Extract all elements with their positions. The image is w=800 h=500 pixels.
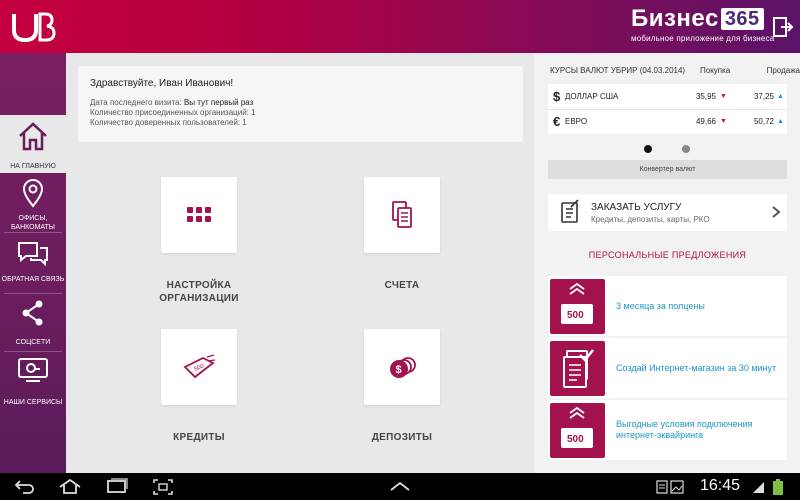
services-icon [18, 358, 48, 382]
recent-apps-icon[interactable] [106, 478, 128, 494]
sell-value: 37,25 [753, 92, 774, 101]
chat-bubbles-icon [18, 242, 48, 267]
sidebar-item-home[interactable]: НА ГЛАВНУЮ [0, 115, 66, 173]
last-visit-label: Дата последнего визита: [90, 98, 182, 107]
personal-offers-title: ПЕРСОНАЛЬНЫЕ ПРЕДЛОЖЕНИЯ [588, 250, 747, 260]
offer-badge: 500 [550, 279, 605, 334]
system-navigation-bar: 16:45 [0, 473, 800, 500]
trusted-count: Количество доверенных пользователей: 1 [90, 118, 247, 127]
sidebar-item-feedback[interactable]: ОБРАТНАЯ СВЯЗЬ [0, 239, 66, 293]
sell-value: 50,72 [753, 117, 774, 126]
logout-icon[interactable] [772, 16, 794, 38]
offer-badge: 500 [550, 403, 605, 458]
down-arrow-icon: ▼ [720, 118, 727, 125]
sidebar-item-label: НА ГЛАВНУЮ [10, 163, 56, 170]
brand-subtitle: мобильное приложение для бизнеса [631, 34, 775, 43]
order-subtitle: Кредиты, депозиты, карты, РКО [591, 215, 710, 224]
money-stack-icon: 500 [561, 282, 593, 324]
rates-title: КУРСЫ ВАЛЮТ УБРИР (04.03.2014) [550, 66, 686, 75]
svg-text:$: $ [396, 364, 402, 376]
sidebar-item-social[interactable]: СОЦСЕТИ [0, 299, 66, 351]
offer-text: 3 месяца за полцены [616, 300, 705, 311]
tile-org-settings-label: НАСТРОЙКА ОРГАНИЗАЦИИ [159, 280, 239, 304]
offer-text: Создай Интернет-магазин за 30 минут [616, 362, 777, 373]
buy-value: 49,66 [695, 117, 716, 126]
offer-badge [550, 341, 605, 396]
sidebar-item-services[interactable]: НАШИ СЕРВИСЫ [0, 356, 66, 412]
rate-row-usd: $ ДОЛЛАР США 35,95 ▼ 37,25 ▲ [548, 84, 787, 109]
sidebar-item-offices[interactable]: ОФИСЫ, БАНКОМАТЫ [0, 178, 66, 233]
rates-header: КУРСЫ ВАЛЮТ УБРИР (04.03.2014) Покупка П… [550, 66, 800, 75]
share-icon [22, 300, 43, 326]
greeting-text: Здравствуйте, Иван Иванович! [90, 78, 234, 89]
right-panel: КУРСЫ ВАЛЮТ УБРИР (04.03.2014) Покупка П… [534, 53, 800, 473]
currency-converter-button[interactable]: Конвертер валют [548, 160, 787, 179]
welcome-card: Здравствуйте, Иван Иванович! Дата послед… [78, 66, 523, 142]
clock: 16:45 [700, 477, 741, 494]
clipboard-icon [561, 199, 579, 223]
buy-value: 35,95 [695, 92, 716, 101]
screenshot-icon[interactable] [152, 478, 174, 496]
main-content: Здравствуйте, Иван Иванович! Дата послед… [66, 53, 534, 473]
sidebar-item-label: НАШИ СЕРВИСЫ [3, 399, 63, 406]
brand-number: 365 [720, 8, 764, 30]
tile-credits[interactable]: 500 [161, 329, 237, 405]
tile-org-settings[interactable] [161, 177, 237, 253]
currency-symbol: € [553, 114, 561, 129]
money-stack-icon: 500 [561, 406, 593, 448]
documents-icon [392, 201, 412, 228]
tile-deposits[interactable]: $ [364, 329, 440, 405]
notification-icons [656, 480, 684, 494]
tile-deposits-label: ДЕПОЗИТЫ [371, 432, 433, 443]
offer-text: Выгодные условия подключения интернет-эк… [616, 419, 753, 440]
rates-table: $ ДОЛЛАР США 35,95 ▼ 37,25 ▲ € ЕВРО 49,6… [548, 84, 787, 134]
coins-icon: $ [390, 357, 416, 378]
orgs-count: Количество присоединенных организаций: 1 [90, 108, 256, 117]
location-pin-icon [22, 179, 44, 208]
currency-name: ДОЛЛАР США [565, 92, 619, 101]
sidebar: НА ГЛАВНУЮ ОФИСЫ, БАНКОМАТЫ ОБРАТНАЯ СВЯ… [0, 53, 66, 473]
order-title: ЗАКАЗАТЬ УСЛУГУ [591, 202, 682, 213]
svg-text:500: 500 [193, 363, 205, 373]
sidebar-item-label: ОБРАТНАЯ СВЯЗЬ [1, 276, 65, 283]
rates-buy-header: Покупка [700, 66, 731, 75]
ubrir-logo[interactable] [10, 10, 56, 44]
page-dot[interactable] [682, 145, 690, 153]
up-arrow-icon: ▲ [777, 93, 784, 100]
sidebar-item-label: СОЦСЕТИ [15, 339, 51, 346]
home-icon [19, 122, 47, 151]
signal-icon [753, 482, 764, 493]
offer-item-1[interactable]: 500 3 месяца за полцены [548, 276, 787, 336]
back-icon[interactable] [14, 478, 36, 494]
offer-item-3[interactable]: 500 Выгодные условия подключения интерне… [548, 400, 787, 460]
offer-badge-value: 500 [567, 434, 584, 445]
order-service-button[interactable]: ЗАКАЗАТЬ УСЛУГУ Кредиты, депозиты, карты… [548, 194, 787, 231]
checklist-icon [563, 349, 594, 388]
currency-symbol: $ [553, 89, 561, 104]
home-nav-icon[interactable] [58, 478, 82, 494]
tile-accounts[interactable] [364, 177, 440, 253]
rates-sell-header: Продажа [766, 66, 800, 75]
up-arrow-icon: ▲ [777, 118, 784, 125]
grid-icon [187, 207, 211, 222]
app-header: Бизнес 365 мобильное приложение для бизн… [0, 0, 800, 53]
chevron-up-icon[interactable] [389, 480, 411, 492]
last-visit-line: Дата последнего визита: Вы тут первый ра… [90, 98, 511, 108]
brand-title: Бизнес [631, 5, 719, 32]
brand-block: Бизнес 365 мобильное приложение для бизн… [631, 6, 774, 44]
down-arrow-icon: ▼ [720, 93, 727, 100]
chevron-right-icon [772, 206, 781, 218]
sidebar-item-label: ОФИСЫ, БАНКОМАТЫ [10, 215, 56, 231]
offer-badge-value: 500 [567, 310, 584, 321]
last-visit-value: Вы тут первый раз [183, 98, 254, 107]
tile-credits-label: КРЕДИТЫ [173, 432, 225, 443]
page-dot-active[interactable] [644, 145, 652, 153]
rate-row-eur: € ЕВРО 49,66 ▼ 50,72 ▲ [548, 109, 787, 134]
money-tag-icon: 500 [183, 354, 216, 379]
tile-accounts-label: СЧЕТА [384, 280, 420, 291]
offer-item-2[interactable]: Создай Интернет-магазин за 30 минут [548, 338, 787, 398]
currency-name: ЕВРО [565, 117, 588, 126]
battery-icon [773, 479, 783, 495]
